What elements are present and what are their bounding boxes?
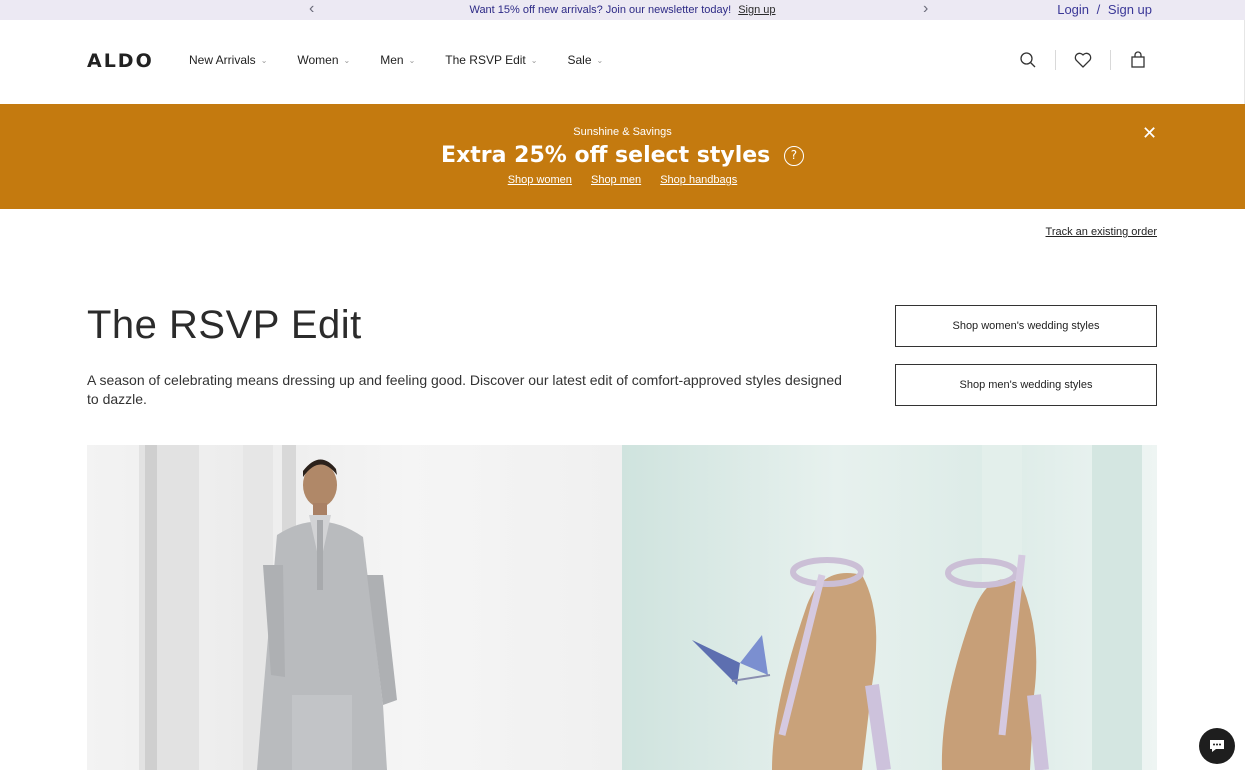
- announcement-text: Want 15% off new arrivals? Join our news…: [469, 4, 732, 16]
- chevron-down-icon: ⌄: [530, 55, 538, 65]
- heart-icon[interactable]: [1072, 50, 1094, 70]
- newsletter-signup-link[interactable]: Sign up: [738, 4, 775, 16]
- chat-button[interactable]: [1199, 728, 1235, 764]
- shopping-bag-icon[interactable]: [1127, 50, 1149, 70]
- shop-handbags-link[interactable]: Shop handbags: [660, 174, 737, 186]
- nav-women[interactable]: Women ⌄: [297, 53, 350, 67]
- chevron-down-icon: ⌄: [408, 55, 416, 65]
- promo-links: Shop women Shop men Shop handbags: [0, 174, 1245, 186]
- login-link[interactable]: Login: [1057, 2, 1089, 17]
- shop-womens-wedding-button[interactable]: Shop women's wedding styles: [895, 305, 1157, 347]
- chevron-down-icon: ⌄: [260, 55, 268, 65]
- nav-men[interactable]: Men ⌄: [380, 53, 415, 67]
- help-icon[interactable]: ?: [783, 146, 804, 166]
- promo-headline: Extra 25% off select styles ?: [0, 143, 1245, 168]
- aldo-logo[interactable]: ALDO: [87, 50, 154, 72]
- account-links: Login / Sign up: [1057, 2, 1152, 17]
- page-title: The RSVP Edit: [87, 303, 362, 347]
- hero-image-men[interactable]: [87, 445, 622, 770]
- icon-divider: [1110, 50, 1111, 70]
- close-icon[interactable]: ✕: [1142, 123, 1157, 144]
- announcement-bar: ‹ Want 15% off new arrivals? Join our ne…: [0, 0, 1245, 20]
- page-description: A season of celebrating means dressing u…: [87, 372, 842, 407]
- chevron-right-icon[interactable]: ›: [923, 1, 928, 17]
- nav-label: Women: [297, 53, 339, 67]
- site-header: ALDO New Arrivals ⌄ Women ⌄ Men ⌄ The RS…: [0, 20, 1245, 104]
- shop-mens-wedding-button[interactable]: Shop men's wedding styles: [895, 364, 1157, 406]
- header-icons: [1017, 50, 1149, 70]
- chevron-down-icon: ⌄: [343, 55, 351, 65]
- nav-rsvp-edit[interactable]: The RSVP Edit ⌄: [445, 53, 537, 67]
- login-divider: /: [1096, 2, 1101, 17]
- promo-headline-text: Extra 25% off select styles: [441, 143, 771, 168]
- promo-banner: Sunshine & Savings Extra 25% off select …: [0, 104, 1245, 209]
- nav-new-arrivals[interactable]: New Arrivals ⌄: [189, 53, 267, 67]
- search-icon[interactable]: [1017, 50, 1039, 70]
- nav-sale[interactable]: Sale ⌄: [567, 53, 603, 67]
- signup-link[interactable]: Sign up: [1108, 2, 1152, 17]
- shop-women-link[interactable]: Shop women: [508, 174, 572, 186]
- hero-image-women[interactable]: [622, 445, 1157, 770]
- nav-label: Men: [380, 53, 404, 67]
- nav-label: New Arrivals: [189, 53, 256, 67]
- chat-bubble-icon: [1210, 740, 1224, 752]
- chevron-down-icon: ⌄: [596, 55, 604, 65]
- nav-label: The RSVP Edit: [445, 53, 526, 67]
- shop-men-link[interactable]: Shop men: [591, 174, 641, 186]
- promo-subtitle: Sunshine & Savings: [573, 126, 672, 138]
- icon-divider: [1055, 50, 1056, 70]
- main-nav: New Arrivals ⌄ Women ⌄ Men ⌄ The RSVP Ed…: [189, 53, 633, 67]
- nav-label: Sale: [567, 53, 592, 67]
- track-order-link[interactable]: Track an existing order: [1046, 226, 1157, 238]
